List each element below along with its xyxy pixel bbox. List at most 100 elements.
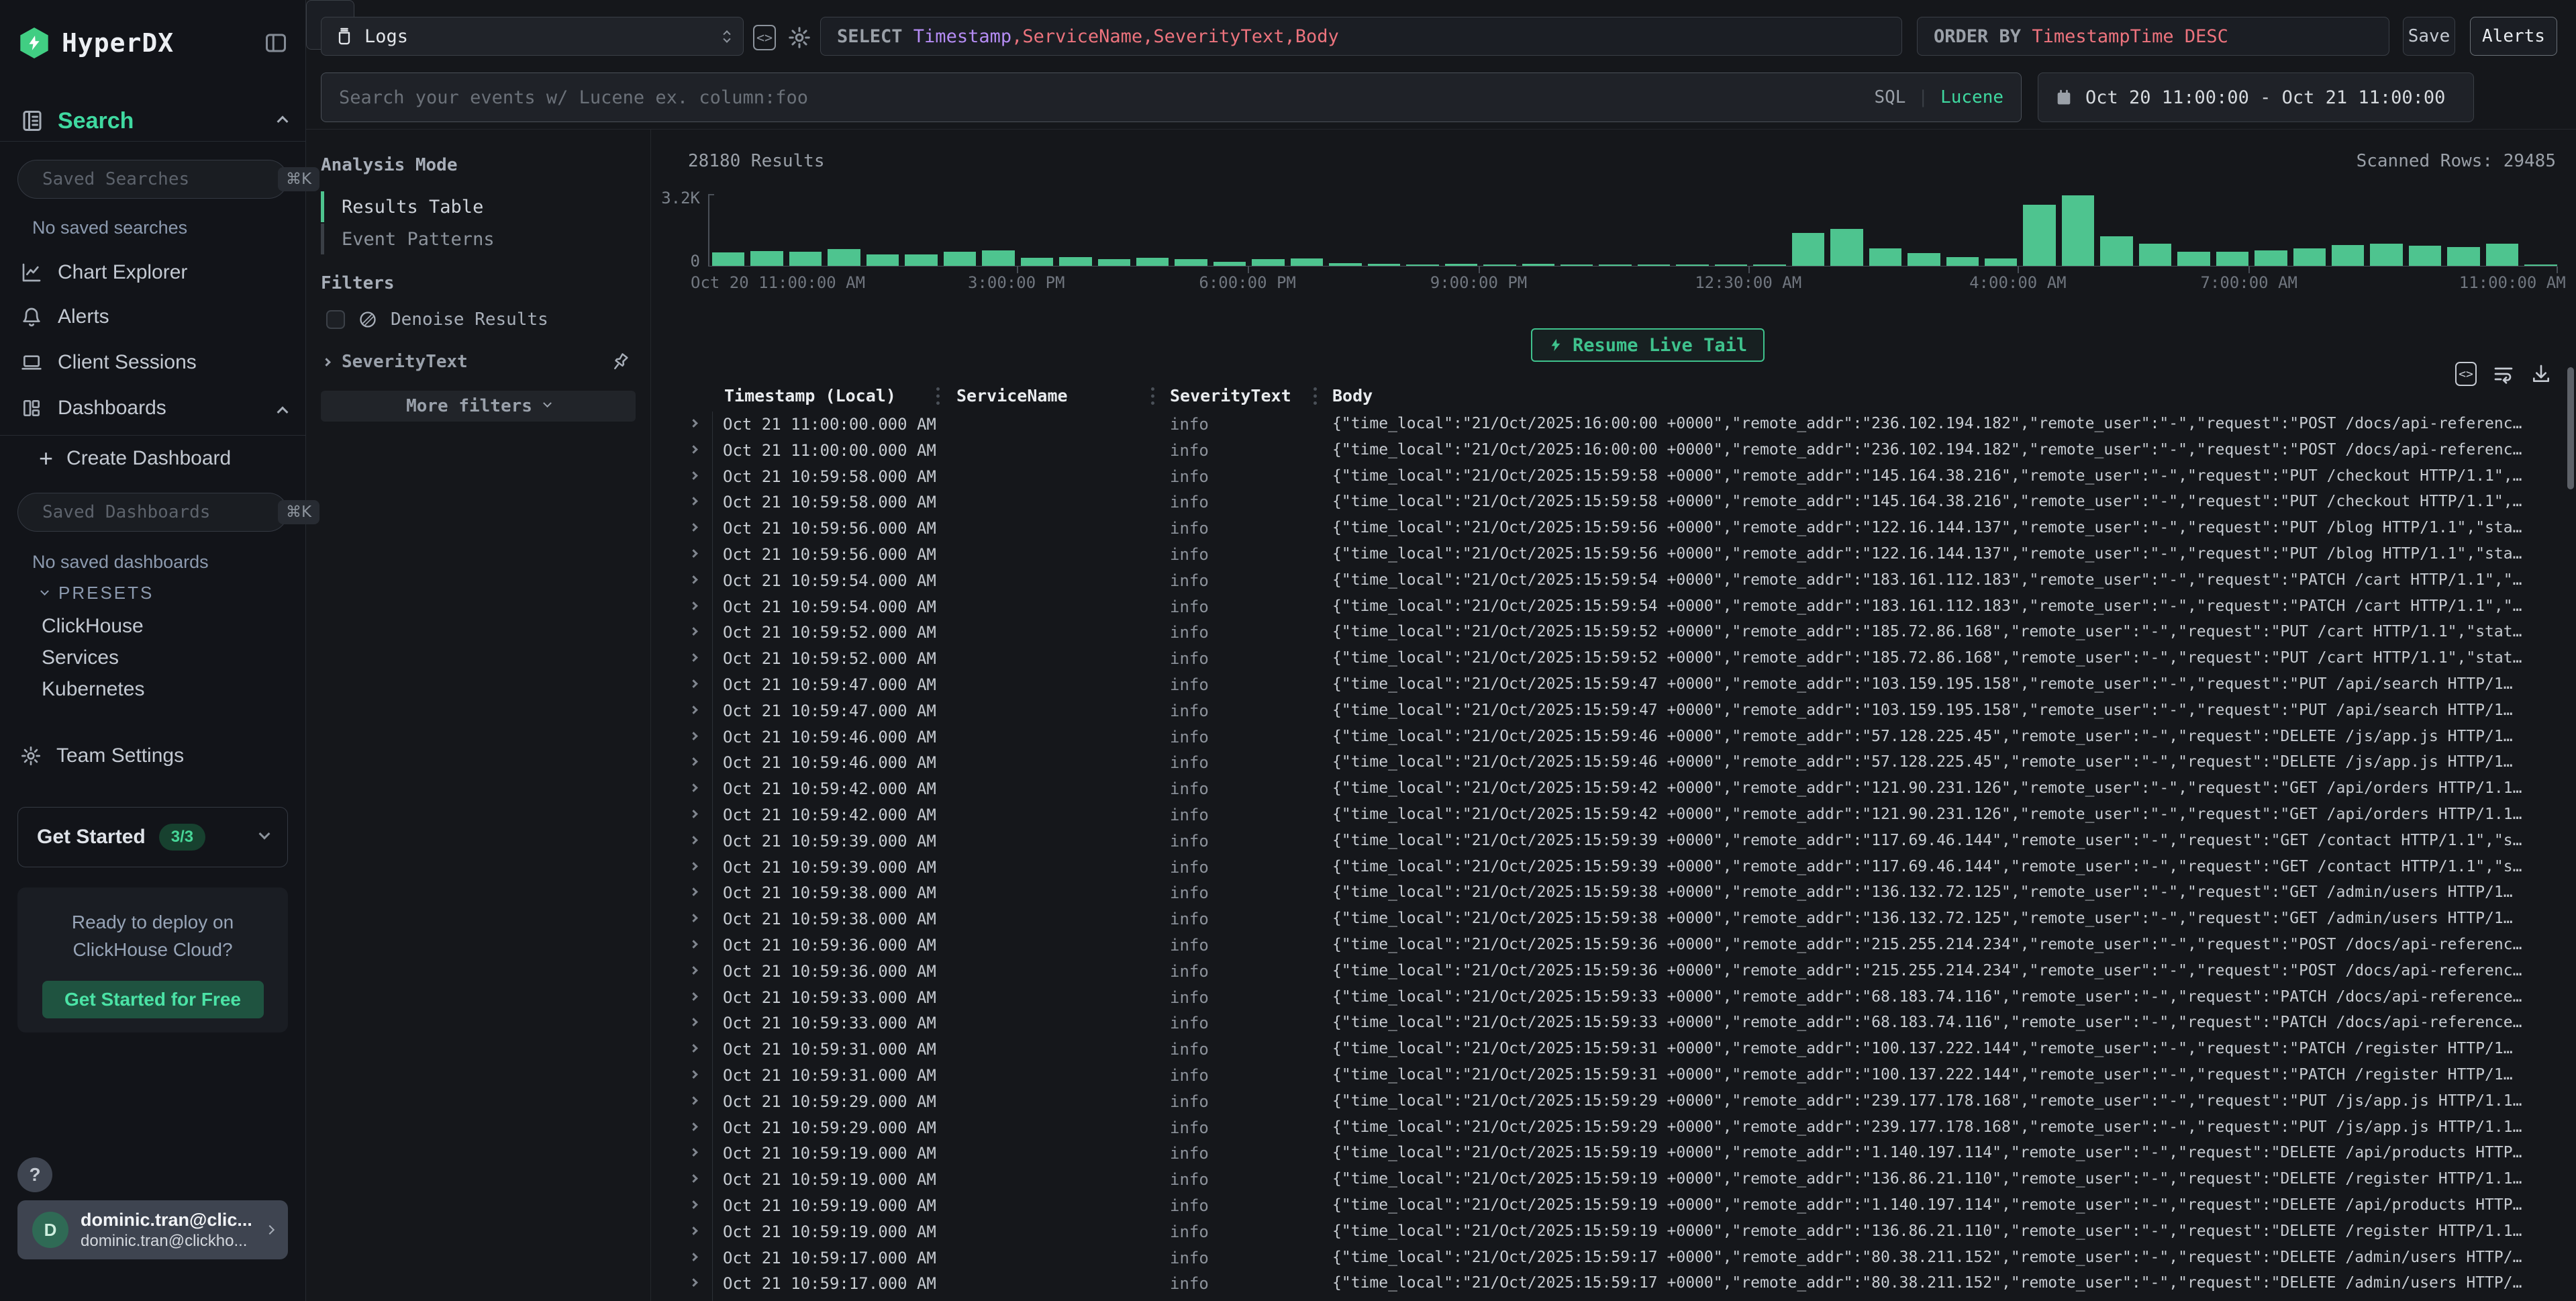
expand-row-icon[interactable] xyxy=(689,1122,698,1131)
sql-toggle[interactable]: SQL xyxy=(1874,87,1905,107)
view-source-button[interactable]: <> xyxy=(2455,362,2477,386)
help-button[interactable]: ? xyxy=(17,1157,52,1192)
column-header-severitytext[interactable]: SeverityText xyxy=(1170,386,1291,405)
histogram-bar[interactable] xyxy=(2332,245,2364,266)
expand-row-icon[interactable] xyxy=(689,1018,698,1026)
histogram-bar[interactable] xyxy=(2486,244,2518,266)
expand-row-icon[interactable] xyxy=(689,1174,698,1183)
table-row[interactable]: Oct 21 10:59:46.000 AMinfo{"time_local":… xyxy=(652,724,2567,751)
filter-group-severitytext[interactable]: SeverityText xyxy=(324,348,630,376)
tab-event-patterns[interactable]: Event Patterns xyxy=(321,223,637,255)
column-resize-handle[interactable] xyxy=(1314,387,1317,405)
expand-row-icon[interactable] xyxy=(689,836,698,845)
table-row[interactable]: Oct 21 10:59:54.000 AMinfo{"time_local":… xyxy=(652,568,2567,594)
histogram-bar[interactable] xyxy=(2139,244,2171,266)
histogram-bar[interactable] xyxy=(1869,248,1901,266)
histogram-bar[interactable] xyxy=(1445,264,1477,266)
expand-row-icon[interactable] xyxy=(689,706,698,714)
histogram-bar[interactable] xyxy=(750,251,783,266)
table-row[interactable]: Oct 21 10:59:38.000 AMinfo{"time_local":… xyxy=(652,906,2567,932)
expand-row-icon[interactable] xyxy=(689,1044,698,1053)
table-row[interactable]: Oct 21 10:59:42.000 AMinfo{"time_local":… xyxy=(652,776,2567,802)
expand-row-icon[interactable] xyxy=(689,1148,698,1157)
saved-dashboards-search[interactable]: ⌘K xyxy=(17,493,288,532)
denoise-checkbox[interactable] xyxy=(326,310,345,329)
table-row[interactable]: Oct 21 10:59:31.000 AMinfo{"time_local":… xyxy=(652,1063,2567,1089)
histogram-bar[interactable] xyxy=(1792,233,1824,266)
expand-row-icon[interactable] xyxy=(689,445,698,454)
histogram-bar[interactable] xyxy=(1059,257,1091,266)
order-by-input[interactable]: ORDER BY TimestampTime DESC xyxy=(1917,17,2389,56)
event-search-input[interactable] xyxy=(339,87,1874,108)
histogram-bar[interactable] xyxy=(1329,263,1361,266)
chevron-up-icon[interactable] xyxy=(277,115,289,127)
lucene-toggle[interactable]: Lucene xyxy=(1940,87,2003,107)
histogram-bar[interactable] xyxy=(2023,205,2055,266)
column-header-servicename[interactable]: ServiceName xyxy=(956,386,1068,405)
histogram-bar[interactable] xyxy=(1522,264,1554,266)
expand-row-icon[interactable] xyxy=(689,914,698,922)
table-row[interactable]: Oct 21 10:59:17.000 AMinfo{"time_local":… xyxy=(652,1245,2567,1271)
expand-row-icon[interactable] xyxy=(689,966,698,975)
column-resize-handle[interactable] xyxy=(1151,387,1154,405)
source-settings-button[interactable] xyxy=(785,24,813,51)
expand-row-icon[interactable] xyxy=(689,1278,698,1287)
table-row[interactable]: Oct 21 10:59:19.000 AMinfo{"time_local":… xyxy=(652,1193,2567,1219)
histogram-bar[interactable] xyxy=(828,249,860,266)
denoise-results-filter[interactable]: Denoise Results xyxy=(326,305,548,334)
histogram-bar[interactable] xyxy=(1676,264,1708,266)
histogram-bar[interactable] xyxy=(712,252,744,266)
expand-row-icon[interactable] xyxy=(689,419,698,428)
histogram-bar[interactable] xyxy=(1136,258,1169,266)
histogram-bar[interactable] xyxy=(1946,257,1979,266)
sidebar-item-team-settings[interactable]: Team Settings xyxy=(20,737,184,775)
table-row[interactable]: Oct 21 10:59:47.000 AMinfo{"time_local":… xyxy=(652,672,2567,698)
column-resize-handle[interactable] xyxy=(936,387,940,405)
source-select[interactable]: Logs xyxy=(321,17,744,56)
histogram-bar[interactable] xyxy=(1715,264,1747,266)
table-row[interactable]: Oct 21 10:59:33.000 AMinfo{"time_local":… xyxy=(652,1010,2567,1037)
sidebar-item-search[interactable]: Search xyxy=(20,106,287,136)
date-range-picker[interactable]: Oct 20 11:00:00 - Oct 21 11:00:00 xyxy=(2038,73,2474,122)
table-row[interactable]: Oct 21 11:00:00.000 AMinfo{"time_local":… xyxy=(652,412,2567,438)
table-row[interactable]: Oct 21 10:59:19.000 AMinfo{"time_local":… xyxy=(652,1219,2567,1245)
histogram-bar[interactable] xyxy=(2447,247,2479,266)
table-row[interactable]: Oct 21 10:59:39.000 AMinfo{"time_local":… xyxy=(652,828,2567,855)
histogram-bar[interactable] xyxy=(789,252,822,266)
expand-row-icon[interactable] xyxy=(689,497,698,506)
download-button[interactable] xyxy=(2530,363,2552,385)
expand-row-icon[interactable] xyxy=(689,471,698,480)
table-row[interactable]: Oct 21 10:59:33.000 AMinfo{"time_local":… xyxy=(652,985,2567,1011)
alerts-button[interactable]: Alerts xyxy=(2470,17,2557,56)
more-filters-button[interactable]: More filters xyxy=(321,391,636,422)
histogram-bar[interactable] xyxy=(1406,264,1438,266)
expand-row-icon[interactable] xyxy=(689,653,698,662)
table-row[interactable]: Oct 21 10:59:46.000 AMinfo{"time_local":… xyxy=(652,750,2567,776)
column-header-timestamp[interactable]: Timestamp (Local) xyxy=(724,386,896,405)
table-row[interactable]: Oct 21 10:59:56.000 AMinfo{"time_local":… xyxy=(652,516,2567,542)
expand-row-icon[interactable] xyxy=(689,732,698,740)
expand-row-icon[interactable] xyxy=(689,1070,698,1079)
chevron-up-icon[interactable] xyxy=(277,406,289,418)
table-row[interactable]: Oct 21 10:59:56.000 AMinfo{"time_local":… xyxy=(652,542,2567,568)
expand-row-icon[interactable] xyxy=(689,1096,698,1105)
expand-row-icon[interactable] xyxy=(689,992,698,1001)
table-row[interactable]: Oct 21 10:59:19.000 AMinfo{"time_local":… xyxy=(652,1167,2567,1193)
expand-row-icon[interactable] xyxy=(689,575,698,584)
sidebar-item-client-sessions[interactable]: Client Sessions xyxy=(20,344,287,381)
table-row[interactable]: Oct 21 10:59:42.000 AMinfo{"time_local":… xyxy=(652,802,2567,828)
histogram-bar[interactable] xyxy=(982,250,1014,266)
vertical-scrollbar[interactable] xyxy=(2567,367,2574,489)
expand-row-icon[interactable] xyxy=(689,679,698,688)
histogram-bar[interactable] xyxy=(1599,264,1631,266)
table-row[interactable]: Oct 21 10:59:58.000 AMinfo{"time_local":… xyxy=(652,489,2567,516)
create-dashboard-button[interactable]: + Create Dashboard xyxy=(39,442,231,475)
histogram-bar[interactable] xyxy=(905,254,937,266)
sidebar-collapse-icon[interactable] xyxy=(262,31,289,55)
histogram-bar[interactable] xyxy=(1830,229,1863,266)
expand-row-icon[interactable] xyxy=(689,940,698,949)
histogram-bar[interactable] xyxy=(2409,246,2441,266)
saved-searches-search[interactable]: ⌘K xyxy=(17,160,288,199)
resume-live-tail-button[interactable]: Resume Live Tail xyxy=(1531,328,1765,362)
table-row[interactable]: Oct 21 10:59:29.000 AMinfo{"time_local":… xyxy=(652,1089,2567,1115)
